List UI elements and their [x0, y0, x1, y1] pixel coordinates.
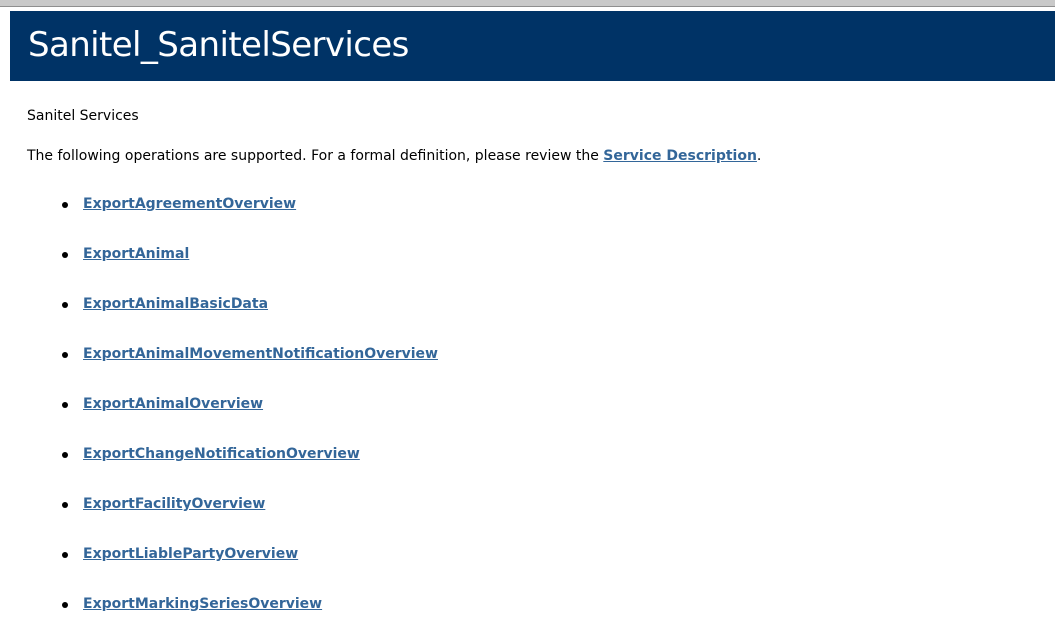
bullet-icon — [62, 452, 68, 458]
operation-item: ExportAnimalBasicData — [0, 292, 1055, 342]
operation-item: ExportAgreementOverview — [0, 192, 1055, 242]
service-name: Sanitel Services — [27, 108, 139, 124]
operation-link-export-facility-overview[interactable]: ExportFacilityOverview — [83, 494, 265, 514]
bullet-icon — [62, 202, 68, 208]
intro-text-before: The following operations are supported. … — [27, 148, 604, 164]
operation-link-export-liable-party-overview[interactable]: ExportLiablePartyOverview — [83, 544, 298, 564]
operation-link-export-animal-movement-notification-overview[interactable]: ExportAnimalMovementNotificationOverview — [83, 344, 438, 364]
operation-link-export-animal-basic-data[interactable]: ExportAnimalBasicData — [83, 294, 268, 314]
bullet-icon — [62, 252, 68, 258]
bullet-icon — [62, 302, 68, 308]
bullet-icon — [62, 502, 68, 508]
top-divider — [0, 0, 1055, 7]
bullet-icon — [62, 552, 68, 558]
intro-text-after: . — [756, 148, 762, 164]
bullet-icon — [62, 602, 68, 608]
operation-link-export-agreement-overview[interactable]: ExportAgreementOverview — [83, 194, 296, 214]
operation-item: ExportAnimalOverview — [0, 392, 1055, 442]
operations-list: ExportAgreementOverview ExportAnimal Exp… — [0, 192, 1055, 631]
heading-bar: Sanitel_SanitelServices — [10, 11, 1055, 81]
operation-link-export-animal[interactable]: ExportAnimal — [83, 244, 189, 264]
operation-item: ExportLiablePartyOverview — [0, 542, 1055, 592]
operation-link-export-animal-overview[interactable]: ExportAnimalOverview — [83, 394, 263, 414]
operation-link-export-marking-series-overview[interactable]: ExportMarkingSeriesOverview — [83, 594, 322, 614]
bullet-icon — [62, 352, 68, 358]
service-description-link[interactable]: Service Description — [603, 148, 757, 164]
service-page: Sanitel_SanitelServices Sanitel Services… — [0, 0, 1055, 631]
operation-item: ExportFacilityOverview — [0, 492, 1055, 542]
operation-item: ExportMarkingSeriesOverview — [0, 592, 1055, 631]
operation-item: ExportAnimalMovementNotificationOverview — [0, 342, 1055, 392]
intro-text: The following operations are supported. … — [27, 146, 761, 166]
operation-item: ExportAnimal — [0, 242, 1055, 292]
bullet-icon — [62, 402, 68, 408]
operation-item: ExportChangeNotificationOverview — [0, 442, 1055, 492]
operation-link-export-change-notification-overview[interactable]: ExportChangeNotificationOverview — [83, 444, 360, 464]
page-title: Sanitel_SanitelServices — [28, 25, 409, 65]
